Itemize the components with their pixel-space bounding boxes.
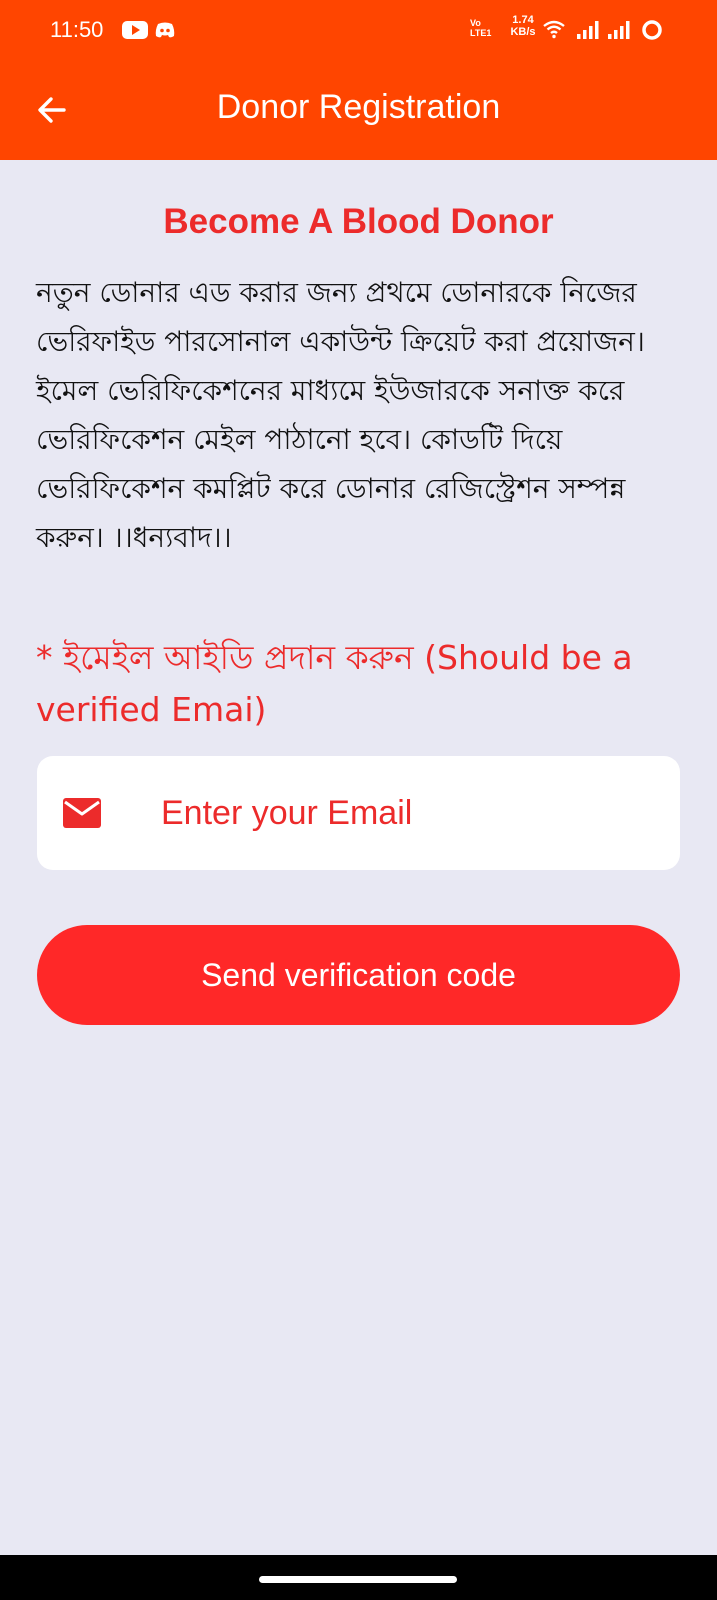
status-time: 11:50 xyxy=(50,17,104,42)
mail-icon xyxy=(63,798,101,828)
signal-icon xyxy=(577,21,599,39)
volte-indicator: Vo LTE1 xyxy=(470,18,492,38)
youtube-icon xyxy=(122,21,148,39)
network-speed: 1.74 KB/s xyxy=(505,14,541,38)
navigation-bar xyxy=(0,1555,717,1600)
send-verification-button[interactable]: Send verification code xyxy=(37,925,680,1025)
email-label: * ইমেইল আইডি প্রদান করুন (Should be a ve… xyxy=(36,638,633,729)
intro-text: নতুন ডোনার এড করার জন্য প্রথমে ডোনারকে ন… xyxy=(36,276,645,554)
net-speed-unit: KB/s xyxy=(510,26,536,38)
battery-icon xyxy=(642,20,662,40)
app-bar: Donor Registration xyxy=(0,60,717,160)
wifi-icon xyxy=(543,20,565,39)
signal-icon xyxy=(608,21,630,39)
status-bar: 11:50 Vo LTE1 1.74 KB/s xyxy=(0,0,717,60)
section-heading: Become A Blood Donor xyxy=(163,202,554,241)
discord-icon xyxy=(155,22,175,38)
email-field[interactable] xyxy=(37,756,680,870)
page-title: Donor Registration xyxy=(216,88,501,126)
net-speed-value: 1.74 xyxy=(512,14,534,26)
email-input[interactable] xyxy=(161,786,661,840)
home-indicator[interactable] xyxy=(259,1576,457,1583)
